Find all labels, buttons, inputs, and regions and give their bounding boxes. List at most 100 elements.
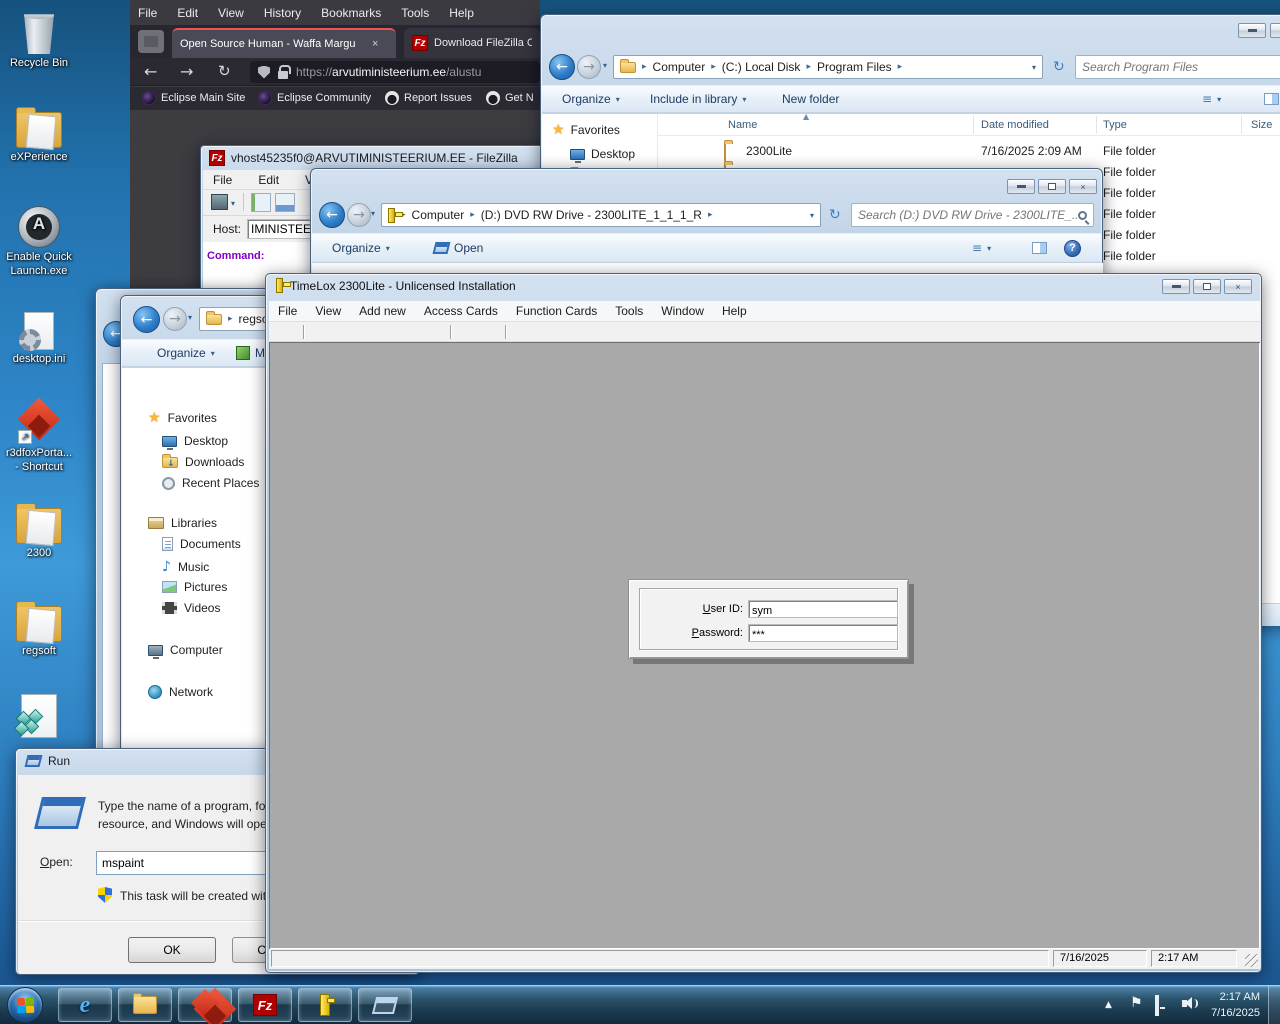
menu-window[interactable]: Window [652, 302, 713, 320]
taskbar-item-filezilla[interactable]: Fz [238, 988, 292, 1022]
column-date-modified[interactable]: Date modified [981, 119, 1049, 131]
new-folder-button[interactable]: New folder [782, 92, 839, 106]
sidebar-item-desktop[interactable]: Desktop [570, 147, 635, 163]
close-button[interactable]: × [1224, 279, 1252, 294]
menu-edit[interactable]: Edit [258, 173, 279, 187]
desktop-icon-r3dfox-shortcut[interactable]: ↗ r3dfoxPorta... - Shortcut [0, 394, 78, 475]
address-dropdown-icon[interactable]: ▾ [1032, 63, 1036, 72]
views-button[interactable]: ≡ ▾ [1202, 92, 1221, 106]
sidebar-item-computer[interactable]: Computer [148, 643, 223, 659]
install-button[interactable]: M [236, 346, 265, 360]
sidebar-item-pictures[interactable]: Pictures [162, 580, 227, 594]
menu-bookmarks[interactable]: Bookmarks [321, 6, 381, 20]
menu-file[interactable]: File [213, 173, 232, 187]
menu-file[interactable]: File [269, 302, 306, 320]
sidebar-item-downloads[interactable]: ↓ Downloads [162, 453, 244, 469]
nav-history-dropdown-icon[interactable]: ▾ [371, 209, 375, 218]
sidebar-item-network[interactable]: Network [148, 685, 213, 699]
sidebar-item-favorites[interactable]: ★ Favorites [552, 122, 620, 138]
taskbar-item-ie[interactable]: e [58, 988, 112, 1022]
back-icon[interactable]: ← [133, 306, 160, 333]
nav-history-dropdown-icon[interactable]: ▾ [603, 61, 607, 70]
minimize-button[interactable] [1238, 23, 1266, 38]
forward-icon[interactable]: → [577, 55, 601, 79]
forward-icon[interactable]: → [347, 203, 371, 227]
start-button[interactable] [7, 987, 43, 1023]
bookmark-get-n[interactable]: Get N [486, 91, 534, 105]
crumb-local-disk[interactable]: (C:) Local Disk [722, 60, 801, 74]
column-name[interactable]: Name [728, 119, 757, 131]
sidebar-item-desktop[interactable]: Desktop [162, 434, 228, 450]
menu-tools[interactable]: Tools [606, 302, 652, 320]
include-in-library-button[interactable]: Include in library ▾ [650, 92, 746, 106]
desktop-icon-experience[interactable]: eXPerience [0, 98, 78, 165]
menu-function-cards[interactable]: Function Cards [507, 302, 606, 320]
organize-button[interactable]: Organize ▾ [332, 241, 390, 255]
run-titlebar[interactable]: Run [24, 754, 70, 768]
menu-access-cards[interactable]: Access Cards [415, 302, 507, 320]
desktop-icon-desktop-ini[interactable]: desktop.ini [0, 300, 78, 367]
ok-button[interactable]: OK [128, 937, 216, 963]
back-icon[interactable]: ← [549, 54, 575, 80]
close-button[interactable]: × [1069, 179, 1097, 194]
bookmark-report-issues[interactable]: Report Issues [385, 91, 472, 105]
sidebar-item-recent-places[interactable]: Recent Places [162, 476, 259, 490]
taskbar-item-timelox[interactable] [298, 988, 352, 1022]
maximize-button[interactable] [1038, 179, 1066, 194]
taskbar-item-explorer[interactable] [118, 988, 172, 1022]
preview-pane-button[interactable] [1032, 242, 1047, 254]
crumb-dvd-drive[interactable]: (D:) DVD RW Drive - 2300LITE_1_1_1_R [481, 208, 702, 222]
crumb-computer[interactable]: Computer [412, 208, 465, 222]
bookmark-eclipse-main[interactable]: Eclipse Main Site [142, 91, 245, 105]
sidebar-item-favorites[interactable]: ★ Favorites [148, 410, 217, 426]
menu-history[interactable]: History [264, 6, 301, 20]
desktop-icon-recycle-bin[interactable]: Recycle Bin [0, 4, 78, 71]
tray-clock[interactable]: 2:17 AM 7/16/2025 [1196, 990, 1260, 1022]
show-desktop-button[interactable] [1268, 986, 1280, 1024]
address-bar[interactable]: ▸ Computer ▸ (C:) Local Disk ▸ Program File… [613, 55, 1043, 79]
lock-icon[interactable] [278, 64, 291, 79]
password-input[interactable] [748, 624, 898, 643]
restore-button[interactable] [1193, 279, 1221, 294]
chevron-down-icon[interactable]: ▾ [231, 199, 235, 208]
network-icon[interactable] [1155, 995, 1159, 1016]
organize-button[interactable]: Organize ▾ [157, 346, 215, 360]
tab-open-source-human[interactable]: Open Source Human - Waffa Margu × [172, 28, 396, 58]
search-input[interactable] [858, 208, 1078, 222]
menu-help[interactable]: Help [449, 6, 474, 20]
timelox-titlebar[interactable]: TimeLox 2300Lite - Unlicensed Installati… [276, 278, 516, 293]
menu-tools[interactable]: Tools [401, 6, 429, 20]
menu-view[interactable]: View [218, 6, 244, 20]
menu-view[interactable]: View [306, 302, 350, 320]
user-id-input[interactable] [748, 600, 898, 619]
column-type[interactable]: Type [1103, 119, 1127, 131]
action-center-flag-icon[interactable]: ⚑ [1130, 995, 1143, 1011]
desktop-icon-regsoft[interactable]: regsoft [0, 592, 78, 659]
forward-icon[interactable]: → [180, 62, 193, 81]
back-icon[interactable]: ← [319, 202, 345, 228]
menu-add-new[interactable]: Add new [350, 302, 415, 320]
sort-asc-icon[interactable]: ▲ [803, 112, 809, 121]
bookmark-eclipse-community[interactable]: Eclipse Community [258, 91, 371, 105]
crumb-program-files[interactable]: Program Files [817, 60, 892, 74]
preview-pane-button[interactable] [1264, 93, 1279, 105]
back-icon[interactable]: ← [144, 62, 157, 81]
address-dropdown-icon[interactable]: ▾ [810, 211, 814, 220]
sidebar-item-videos[interactable]: Videos [162, 601, 220, 615]
search-input[interactable] [1082, 60, 1280, 74]
firefox-view-icon[interactable] [138, 30, 164, 53]
shield-icon[interactable] [258, 65, 270, 79]
tab-download-filezilla[interactable]: Fz Download FileZilla C [404, 28, 540, 58]
maximize-button[interactable] [1270, 23, 1280, 38]
menu-edit[interactable]: Edit [177, 6, 198, 20]
site-manager-icon[interactable] [211, 194, 228, 210]
sidebar-item-libraries[interactable]: Libraries [148, 516, 217, 530]
search-box[interactable] [851, 203, 1094, 227]
address-bar[interactable]: ▸ Computer ▸ (D:) DVD RW Drive - 2300LITE_… [381, 203, 821, 227]
help-icon[interactable]: ? [1064, 239, 1081, 257]
taskbar-item-run[interactable] [358, 988, 412, 1022]
reload-icon[interactable]: ↻ [218, 62, 231, 80]
resize-grip[interactable] [1245, 954, 1258, 967]
filezilla-titlebar[interactable]: Fz vhost45235f0@ARVUTIMINISTEERIUM.EE - … [209, 150, 518, 166]
table-row[interactable]: 2300Lite 7/16/2025 2:09 AM File folder [658, 141, 1280, 162]
